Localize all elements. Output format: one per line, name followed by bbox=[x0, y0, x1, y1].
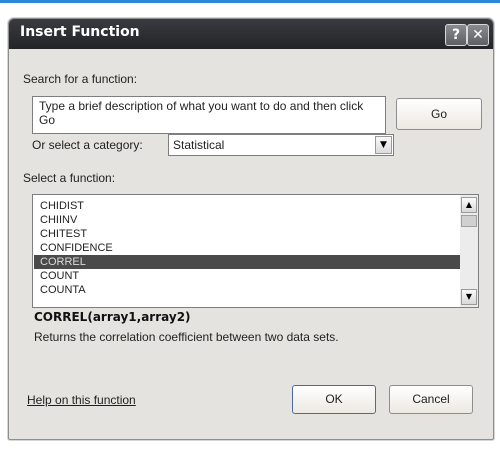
function-signature: CORREL(array1,array2) bbox=[34, 310, 191, 324]
scroll-down-icon: ▼ bbox=[465, 292, 473, 301]
list-item[interactable]: CHITEST bbox=[34, 227, 462, 241]
category-select-value: Statistical bbox=[173, 138, 225, 152]
list-item[interactable]: COUNTA bbox=[34, 283, 462, 297]
list-item[interactable]: CONFIDENCE bbox=[34, 241, 462, 255]
help-icon: ? bbox=[451, 27, 461, 43]
help-button[interactable]: ? bbox=[445, 24, 467, 46]
close-button[interactable]: ✕ bbox=[467, 24, 489, 46]
search-input[interactable]: Type a brief description of what you wan… bbox=[32, 96, 386, 134]
close-icon: ✕ bbox=[472, 27, 484, 43]
scroll-thumb[interactable] bbox=[461, 215, 477, 227]
insert-function-dialog: Insert Function ? ✕ Search for a functio… bbox=[8, 18, 494, 440]
function-list-label: Select a function: bbox=[23, 171, 116, 185]
go-button[interactable]: Go bbox=[396, 98, 482, 130]
function-list[interactable]: CHIDIST CHIINV CHITEST CONFIDENCE CORREL… bbox=[32, 194, 479, 308]
scroll-up-button[interactable]: ▲ bbox=[461, 197, 477, 213]
dialog-title: Insert Function bbox=[20, 24, 140, 40]
function-list-scrollbar[interactable]: ▲ ▼ bbox=[460, 195, 478, 307]
chevron-down-icon[interactable]: ▼ bbox=[375, 136, 392, 154]
category-select[interactable]: Statistical ▼ bbox=[168, 134, 394, 156]
ok-button-label: OK bbox=[325, 392, 343, 406]
help-on-function-link[interactable]: Help on this function bbox=[27, 393, 136, 407]
cancel-button[interactable]: Cancel bbox=[389, 385, 473, 414]
list-item-selected[interactable]: CORREL bbox=[34, 255, 462, 269]
list-item[interactable]: CHIDIST bbox=[34, 199, 462, 213]
search-input-text: Type a brief description of what you wan… bbox=[39, 99, 364, 127]
list-item[interactable]: CHIINV bbox=[34, 213, 462, 227]
cancel-button-label: Cancel bbox=[412, 392, 450, 406]
search-label: Search for a function: bbox=[23, 72, 138, 86]
function-description: Returns the correlation coefficient betw… bbox=[34, 330, 339, 344]
scroll-up-icon: ▲ bbox=[465, 200, 473, 209]
list-item[interactable]: COUNT bbox=[34, 269, 462, 283]
go-button-label: Go bbox=[430, 107, 447, 121]
title-bar: Insert Function ? ✕ bbox=[9, 19, 493, 49]
category-label: Or select a category: bbox=[32, 138, 143, 152]
ok-button[interactable]: OK bbox=[292, 385, 376, 414]
top-accent-line bbox=[0, 0, 500, 3]
scroll-down-button[interactable]: ▼ bbox=[461, 289, 477, 305]
